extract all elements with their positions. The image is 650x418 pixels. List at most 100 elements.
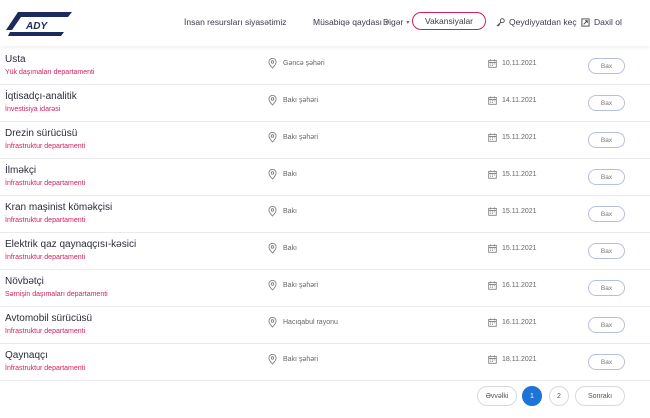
vacancy-department: İnfrastruktur departamenti [5,180,86,187]
calendar-icon [488,133,497,142]
vacancy-list: Usta Yük daşımaları departamenti Gəncə ş… [0,48,650,381]
vacancy-row: Qaynaqçı İnfrastruktur departamenti Bakı… [0,344,650,381]
site-header: ADY İnsan resursları siyasətimiz Müsabiq… [0,0,650,46]
vacancy-title[interactable]: Usta [5,54,26,65]
vacancy-location: Bakı şəhəri [268,280,318,291]
vacancy-title[interactable]: Kran maşinist köməkçisi [5,202,112,213]
location-pin-icon [268,95,277,106]
vacancy-date: 14.11.2021 [488,96,537,105]
view-button[interactable]: Bax [588,95,625,111]
vacancy-department: İnfrastruktur departamenti [5,217,86,224]
vacancy-title[interactable]: Drezin sürücüsü [5,128,77,139]
vacancy-location-text: Hacıqabul rayonu [283,319,338,326]
view-button[interactable]: Bax [588,169,625,185]
vacancy-location: Bakı şəhəri [268,95,318,106]
vacancy-date: 16.11.2021 [488,281,537,290]
location-pin-icon [268,354,277,365]
pagination-page-1[interactable]: 1 [522,386,542,406]
ady-logo[interactable]: ADY [4,8,74,38]
vacancy-title[interactable]: Qaynaqçı [5,350,48,361]
nav-competition-rules-label: Müsabiqə qaydası [313,17,382,27]
vacancy-date-text: 15.11.2021 [502,245,537,252]
vacancy-department: İnfrastruktur departamenti [5,365,86,372]
vacancy-date-text: 16.11.2021 [502,319,537,326]
vacancy-department: İnfrastruktur departamenti [5,328,86,335]
nav-vacancies-label: Vakansiyalar [424,16,474,26]
vacancy-date: 15.11.2021 [488,133,537,142]
nav-login[interactable]: Daxil ol [581,12,622,32]
vacancy-title[interactable]: Elektrik qaz qaynaqçısı-kəsici [5,239,136,250]
vacancy-title[interactable]: Avtomobil sürücüsü [5,313,92,324]
location-pin-icon [268,206,277,217]
svg-text:ADY: ADY [25,21,48,32]
view-button[interactable]: Bax [588,243,625,259]
vacancy-date-text: 18.11.2021 [502,356,537,363]
calendar-icon [488,355,497,364]
vacancy-row: Drezin sürücüsü İnfrastruktur departamen… [0,122,650,159]
vacancy-title[interactable]: İlməkçi [5,165,36,176]
vacancy-location-text: Bakı [283,245,298,252]
vacancy-date-text: 15.11.2021 [502,134,537,141]
calendar-icon [488,207,497,216]
view-button[interactable]: Bax [588,354,625,370]
vacancy-location: Bakı [268,206,297,217]
nav-other[interactable]: Digər ▾ [383,12,409,32]
vacancy-date-text: 14.11.2021 [502,97,537,104]
calendar-icon [488,96,497,105]
nav-register-label: Qeydiyyatdan keç [509,17,577,27]
pagination-page-2[interactable]: 2 [549,386,569,406]
pagination-prev-button[interactable]: Əvvəlki [477,386,517,406]
vacancy-title[interactable]: İqtisadçı-analitik [5,91,77,102]
key-icon [496,17,505,26]
location-pin-icon [268,58,277,69]
vacancy-row: Kran maşinist köməkçisi İnfrastruktur de… [0,196,650,233]
vacancy-location-text: Bakı şəhəri [283,97,319,104]
vacancy-row: İlməkçi İnfrastruktur departamenti Bakı … [0,159,650,196]
nav-hr-policy[interactable]: İnsan resursları siyasətimiz [184,12,287,32]
vacancy-date-text: 15.11.2021 [502,208,537,215]
vacancy-row: İqtisadçı-analitik İnvestisiya idarəsi B… [0,85,650,122]
vacancy-row: Avtomobil sürücüsü İnfrastruktur departa… [0,307,650,344]
view-button[interactable]: Bax [588,58,625,74]
calendar-icon [488,318,497,327]
location-pin-icon [268,243,277,254]
view-button[interactable]: Bax [588,317,625,333]
view-button[interactable]: Bax [588,132,625,148]
vacancy-location: Gəncə şəhəri [268,58,325,69]
chevron-down-icon: ▾ [406,19,410,26]
pagination-next-button[interactable]: Sonrakı [575,386,625,406]
vacancy-date: 16.11.2021 [488,318,537,327]
vacancy-row: Elektrik qaz qaynaqçısı-kəsici İnfrastru… [0,233,650,270]
vacancy-location: Bakı şəhəri [268,132,318,143]
vacancy-location-text: Bakı şəhəri [283,134,319,141]
location-pin-icon [268,169,277,180]
view-button[interactable]: Bax [588,206,625,222]
nav-login-label: Daxil ol [594,17,622,27]
vacancy-date-text: 10.11.2021 [502,60,537,67]
vacancy-row: Növbətçi Sərnişin daşımaları departament… [0,270,650,307]
nav-register[interactable]: Qeydiyyatdan keç [496,12,577,32]
vacancy-row: Usta Yük daşımaları departamenti Gəncə ş… [0,48,650,85]
nav-competition-rules[interactable]: Müsabiqə qaydası ▾ [313,12,388,32]
vacancy-department: Yük daşımaları departamenti [5,69,95,76]
nav-hr-policy-label: İnsan resursları siyasətimiz [184,17,287,27]
vacancy-title[interactable]: Növbətçi [5,276,44,287]
view-button[interactable]: Bax [588,280,625,296]
login-icon [581,17,590,27]
vacancy-department: İnvestisiya idarəsi [5,106,61,113]
calendar-icon [488,281,497,290]
vacancy-location: Hacıqabul rayonu [268,317,338,328]
vacancy-location: Bakı şəhəri [268,354,318,365]
vacancy-department: Sərnişin daşımaları departamenti [5,291,108,298]
vacancy-location-text: Bakı [283,171,298,178]
nav-other-label: Digər [383,17,404,27]
vacancy-date: 18.11.2021 [488,355,537,364]
vacancy-department: İnfrastruktur departamenti [5,143,86,150]
nav-vacancies-button[interactable]: Vakansiyalar [412,12,486,30]
calendar-icon [488,170,497,179]
vacancy-location: Bakı [268,169,297,180]
vacancy-location-text: Bakı şəhəri [283,356,319,363]
vacancy-location-text: Bakı [283,208,298,215]
vacancy-date: 15.11.2021 [488,207,537,216]
location-pin-icon [268,132,277,143]
